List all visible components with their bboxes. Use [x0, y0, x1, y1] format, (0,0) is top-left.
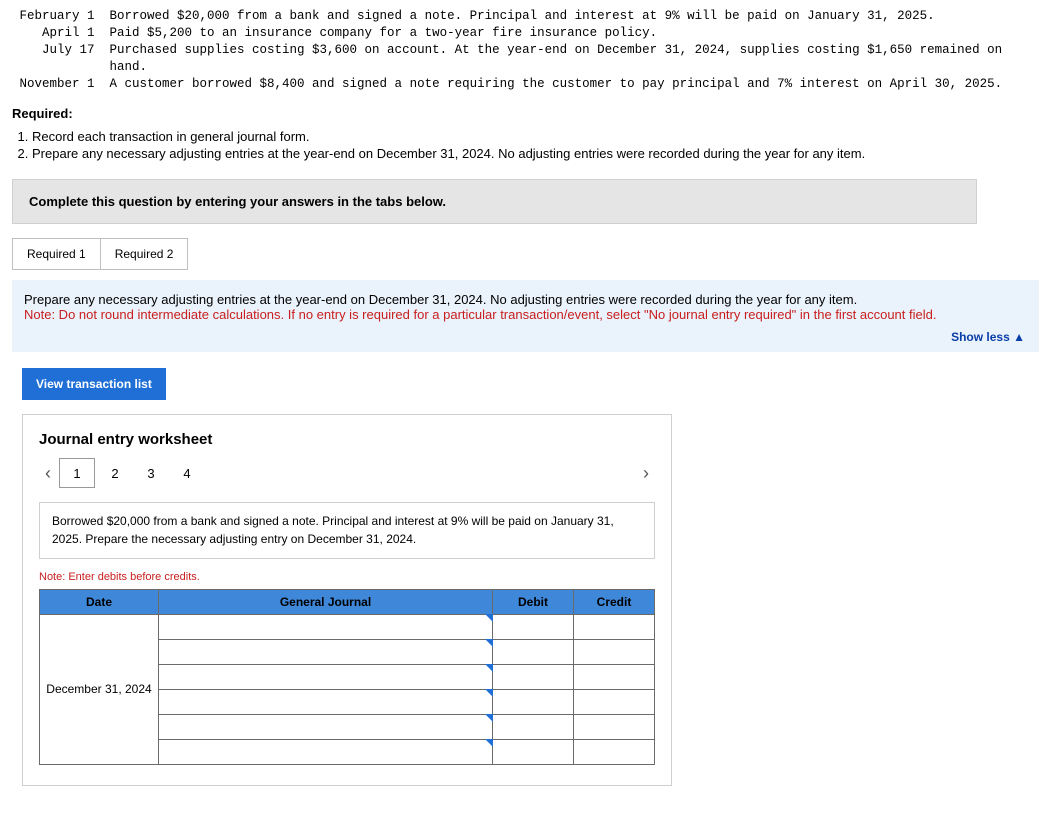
header-debit: Debit — [493, 590, 574, 615]
required-item-1: Record each transaction in general journ… — [32, 129, 1039, 144]
debit-cell[interactable] — [493, 740, 574, 765]
date-cell[interactable]: December 31, 2024 — [40, 615, 159, 765]
tab-bar: Required 1 Required 2 — [12, 238, 1039, 270]
tab-required-1[interactable]: Required 1 — [12, 238, 101, 270]
account-cell[interactable] — [159, 715, 493, 740]
debit-cell[interactable] — [493, 665, 574, 690]
credit-cell[interactable] — [574, 640, 655, 665]
account-cell[interactable] — [159, 665, 493, 690]
instruction-bar: Complete this question by entering your … — [12, 179, 977, 224]
panel-line-1: Prepare any necessary adjusting entries … — [24, 292, 1027, 307]
worksheet-title: Journal entry worksheet — [39, 431, 655, 448]
transaction-nov1: November 1 A customer borrowed $8,400 an… — [12, 76, 1039, 93]
required-item-2: Prepare any necessary adjusting entries … — [32, 146, 1039, 161]
account-cell[interactable] — [159, 690, 493, 715]
journal-entry-table: Date General Journal Debit Credit Decemb… — [39, 589, 655, 765]
transaction-jul17a: July 17 Purchased supplies costing $3,60… — [12, 42, 1039, 59]
account-cell[interactable] — [159, 640, 493, 665]
entry-description: Borrowed $20,000 from a bank and signed … — [39, 502, 655, 559]
header-gj: General Journal — [159, 590, 493, 615]
note-debits-before-credits: Note: Enter debits before credits. — [39, 571, 655, 583]
show-less-toggle[interactable]: Show less ▲ — [951, 330, 1025, 344]
credit-cell[interactable] — [574, 715, 655, 740]
debit-cell[interactable] — [493, 715, 574, 740]
transaction-feb1: February 1 Borrowed $20,000 from a bank … — [12, 8, 1039, 25]
panel-line-2: Note: Do not round intermediate calculat… — [24, 307, 1027, 322]
tab-required-2[interactable]: Required 2 — [101, 238, 189, 270]
pager-page-1[interactable]: 1 — [59, 458, 95, 488]
account-cell[interactable] — [159, 740, 493, 765]
credit-cell[interactable] — [574, 690, 655, 715]
credit-cell[interactable] — [574, 615, 655, 640]
required-heading: Required: — [12, 106, 1039, 121]
pager-next-icon[interactable]: › — [637, 463, 655, 484]
required-list: Record each transaction in general journ… — [16, 129, 1039, 161]
table-row: December 31, 2024 — [40, 615, 655, 640]
credit-cell[interactable] — [574, 665, 655, 690]
header-date: Date — [40, 590, 159, 615]
pager: ‹ 1 2 3 4 › — [39, 458, 655, 488]
journal-worksheet: Journal entry worksheet ‹ 1 2 3 4 › Borr… — [22, 414, 672, 786]
credit-cell[interactable] — [574, 740, 655, 765]
instruction-panel: Prepare any necessary adjusting entries … — [12, 280, 1039, 352]
pager-page-4[interactable]: 4 — [169, 462, 205, 485]
caret-up-icon: ▲ — [1013, 330, 1025, 344]
pager-prev-icon[interactable]: ‹ — [39, 463, 57, 484]
debit-cell[interactable] — [493, 640, 574, 665]
show-less-label: Show less — [951, 330, 1010, 344]
header-credit: Credit — [574, 590, 655, 615]
debit-cell[interactable] — [493, 615, 574, 640]
transaction-apr1: April 1 Paid $5,200 to an insurance comp… — [12, 25, 1039, 42]
view-transaction-list-button[interactable]: View transaction list — [22, 368, 166, 400]
account-cell[interactable] — [159, 615, 493, 640]
transaction-jul17b: hand. — [12, 59, 1039, 76]
pager-page-3[interactable]: 3 — [133, 462, 169, 485]
debit-cell[interactable] — [493, 690, 574, 715]
pager-page-2[interactable]: 2 — [97, 462, 133, 485]
